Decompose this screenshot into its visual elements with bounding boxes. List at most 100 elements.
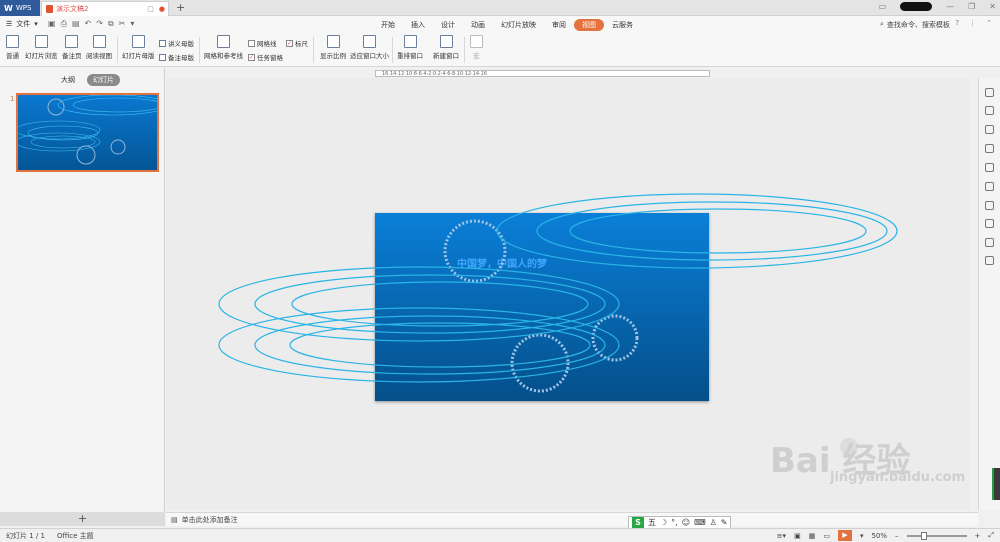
- pin-icon[interactable]: [985, 88, 994, 97]
- taskpane-checkbox[interactable]: ✓ 任务窗格: [248, 52, 283, 62]
- ime-tools-icon[interactable]: ✎: [721, 518, 728, 527]
- theme-name: Office 主题: [56, 532, 94, 540]
- slide-master-label: 幻灯片母版: [122, 52, 155, 60]
- slides-tab[interactable]: 幻灯片: [87, 74, 120, 86]
- grid-guides-button[interactable]: 网格和参考线: [204, 35, 243, 60]
- tab-slideshow[interactable]: 幻灯片放映: [493, 19, 544, 31]
- apps-icon[interactable]: [985, 256, 994, 265]
- sorter-status-icon[interactable]: ▦: [809, 532, 816, 540]
- customize-icon[interactable]: ▾: [130, 19, 134, 29]
- rearrange-windows-button[interactable]: 重排窗口: [397, 35, 423, 60]
- star-icon[interactable]: [985, 163, 994, 172]
- command-search[interactable]: ⌕ 查找命令、搜索模板: [880, 20, 950, 30]
- file-menu[interactable]: ☰ 文件 ▾: [6, 19, 38, 29]
- side-widget[interactable]: [992, 468, 1000, 500]
- tab-animation[interactable]: 动画: [463, 19, 493, 31]
- shape-icon[interactable]: [985, 125, 994, 134]
- ime-skin-icon[interactable]: ♙: [710, 518, 717, 527]
- tab-view[interactable]: 视图: [574, 19, 604, 31]
- notes-toggle-icon[interactable]: ≡▾: [777, 532, 786, 540]
- zoom-icon: [326, 35, 340, 48]
- ime-keyboard-icon[interactable]: ⌨: [694, 518, 706, 527]
- more-icon[interactable]: ⋮: [969, 19, 976, 27]
- tab-design[interactable]: 设计: [433, 19, 463, 31]
- notes-page-button[interactable]: 备注页: [62, 35, 82, 60]
- fit-slide-icon[interactable]: ⤢: [988, 531, 994, 540]
- print-icon[interactable]: ⎙: [61, 19, 67, 29]
- notes-pane[interactable]: ▤ 单击此处添加备注: [166, 512, 978, 526]
- zoom-slider[interactable]: [906, 531, 967, 540]
- ime-emoji-icon[interactable]: ☺: [682, 518, 690, 527]
- sogou-ime-icon[interactable]: S: [632, 517, 644, 528]
- outline-tab[interactable]: 大纲: [55, 74, 81, 86]
- tab-insert[interactable]: 插入: [403, 19, 433, 31]
- document-tab[interactable]: 演示文稿2 ▢ ●: [41, 1, 169, 16]
- slide-master-button[interactable]: 幻灯片母版: [122, 35, 155, 60]
- settings-icon[interactable]: [985, 144, 994, 153]
- zoom-in-button[interactable]: +: [975, 532, 981, 540]
- normal-view-icon: [6, 35, 19, 48]
- notes-master-button[interactable]: 备注母版: [159, 52, 194, 62]
- user-account[interactable]: [900, 2, 933, 11]
- add-slide-button[interactable]: +: [0, 512, 165, 526]
- skin-icon[interactable]: ▭: [879, 2, 887, 11]
- ruler-checkbox[interactable]: ✓ 标尺: [286, 38, 308, 48]
- slides-panel: 大纲 幻灯片 1: [0, 68, 165, 513]
- share-icon[interactable]: [985, 201, 994, 210]
- reading-view-button[interactable]: 阅读视图: [86, 35, 112, 60]
- status-bar: 幻灯片 1 / 1 Office 主题 ≡▾ ▣ ▦ ▭ ▶ ▾ 50% – +…: [0, 528, 1000, 542]
- archive-icon[interactable]: [985, 182, 994, 191]
- tab-cloud[interactable]: 云服务: [604, 19, 641, 31]
- normal-view-status-icon[interactable]: ▣: [794, 532, 801, 540]
- preview-icon[interactable]: ▤: [72, 19, 80, 29]
- zoom-label: 显示比例: [320, 52, 346, 60]
- ime-moon-icon[interactable]: ☽: [660, 518, 667, 527]
- fit-window-button[interactable]: 适应窗口大小: [350, 35, 389, 60]
- play-slideshow-button[interactable]: ▶: [837, 530, 852, 541]
- slide-sorter-button[interactable]: 幻灯片浏览: [25, 35, 58, 60]
- tab-pin-icon[interactable]: ▢: [147, 5, 154, 13]
- ime-wubi[interactable]: 五: [648, 517, 656, 528]
- collapse-ribbon-icon[interactable]: ⌃: [986, 19, 992, 27]
- slide-sorter-label: 幻灯片浏览: [25, 52, 58, 60]
- zoom-slider-handle[interactable]: [920, 531, 927, 540]
- format-painter-icon[interactable]: ⧉: [108, 19, 114, 29]
- maximize-icon[interactable]: ❐: [968, 2, 975, 11]
- tools-icon[interactable]: ✂: [119, 19, 126, 29]
- ime-punct-icon[interactable]: °,: [671, 518, 678, 527]
- tab-close-icon[interactable]: ●: [159, 5, 165, 13]
- copy-icon[interactable]: [985, 106, 994, 115]
- reading-status-icon[interactable]: ▭: [823, 532, 830, 540]
- history-icon[interactable]: [985, 219, 994, 228]
- taskpane-check-icon: ✓: [248, 53, 255, 61]
- zoom-level[interactable]: 50%: [871, 532, 887, 540]
- save-icon[interactable]: ▣: [48, 19, 56, 29]
- horizontal-ruler[interactable]: 16·14·12·10·8·6·4·2·0·2·4·6·8·10·12·14·1…: [375, 70, 710, 77]
- normal-view-button[interactable]: 普通: [3, 33, 25, 65]
- close-icon[interactable]: ✕: [989, 2, 996, 11]
- new-window-button[interactable]: 新建窗口: [433, 35, 459, 60]
- gridlines-checkbox[interactable]: 网格线: [248, 38, 277, 48]
- zoom-dropdown-icon[interactable]: ▾: [860, 532, 864, 540]
- minimize-icon[interactable]: —: [946, 2, 954, 11]
- tab-home[interactable]: 开始: [373, 19, 403, 31]
- slide-thumbnail[interactable]: [16, 93, 159, 172]
- help-circle-icon[interactable]: [985, 238, 994, 247]
- zoom-out-button[interactable]: –: [895, 532, 899, 540]
- help-icon[interactable]: ?: [955, 19, 959, 27]
- new-window-label: 新建窗口: [433, 52, 459, 60]
- new-tab-button[interactable]: +: [176, 1, 185, 14]
- handout-master-button[interactable]: 讲义母版: [159, 38, 194, 48]
- macro-button[interactable]: 宏: [470, 35, 483, 60]
- wps-home-tab[interactable]: W WPS: [0, 0, 40, 16]
- redo-icon[interactable]: ↷: [96, 19, 103, 29]
- taskpane-label: 任务窗格: [257, 54, 283, 62]
- notes-page-label: 备注页: [62, 52, 82, 60]
- undo-icon[interactable]: ↶: [85, 19, 92, 29]
- tab-review[interactable]: 审阅: [544, 19, 574, 31]
- zoom-button[interactable]: 显示比例: [320, 35, 346, 60]
- slide-canvas[interactable]: 中国梦，中国人的梦: [375, 213, 709, 401]
- wps-logo-icon: W: [4, 3, 13, 13]
- slide-sorter-icon: [34, 35, 48, 48]
- handout-master-icon: [159, 39, 166, 47]
